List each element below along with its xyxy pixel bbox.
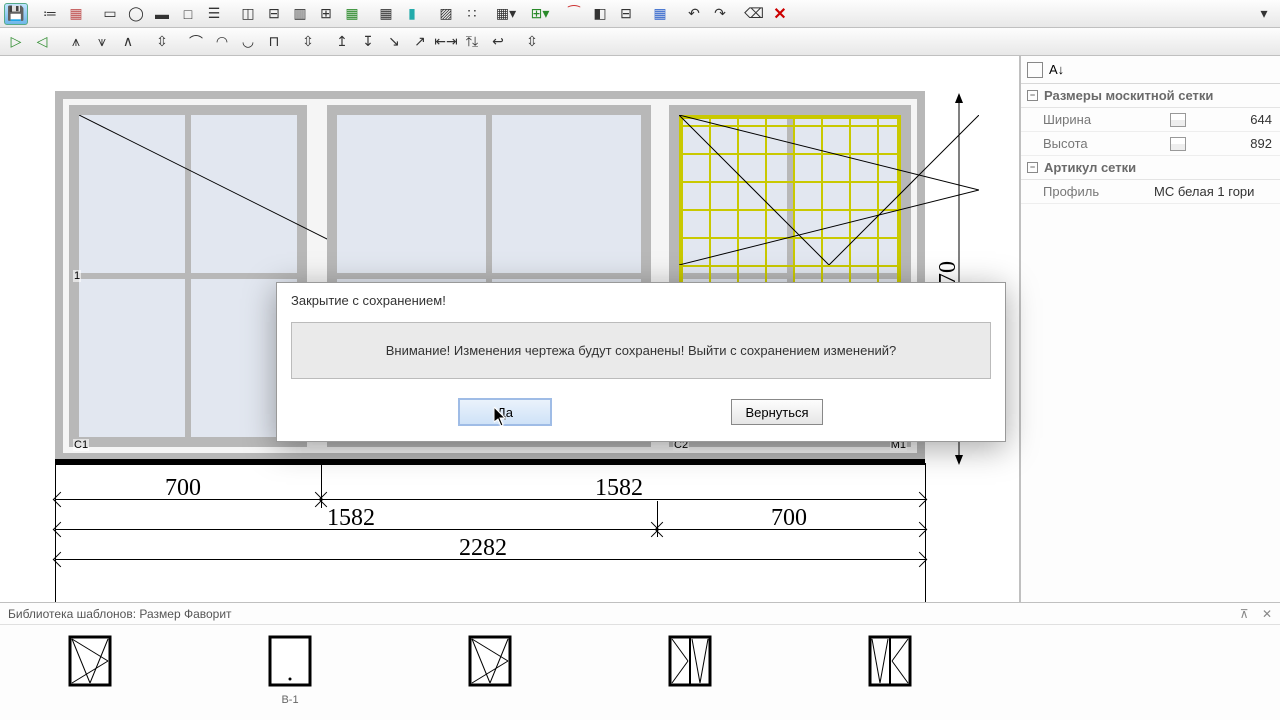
- spinner-1[interactable]: ⇳: [150, 31, 174, 53]
- arrow-tr-icon[interactable]: ↗: [408, 31, 432, 53]
- sash-1[interactable]: 1: [69, 105, 307, 447]
- toolbar-secondary: ▷ ◁ ⩚ ⩛ ∧ ⇳ ⌒ ◠ ◡ ⊓ ⇳ ↥ ↧ ↘ ↗ ⇤⇥ ⤒⤓ ↩ ⇳: [0, 28, 1280, 56]
- shape-panel-icon[interactable]: ▬: [150, 3, 174, 25]
- back-icon[interactable]: ◁: [30, 31, 54, 53]
- shape-circle-icon[interactable]: ◯: [124, 3, 148, 25]
- arc-4-icon[interactable]: ⊓: [262, 31, 286, 53]
- dim-bottom-a1: 700: [165, 475, 201, 502]
- dim-bottom-b2: 700: [771, 505, 807, 532]
- grid-blue-icon[interactable]: ▦: [648, 3, 672, 25]
- align-grid-icon[interactable]: ▦: [64, 3, 88, 25]
- shape-list-icon[interactable]: ☰: [202, 3, 226, 25]
- save-on-close-dialog: Закрытие с сохранением! Внимание! Измене…: [276, 282, 1006, 442]
- split-3col-icon[interactable]: ▥: [288, 3, 312, 25]
- dropdown-b-icon[interactable]: ⊞▾: [528, 3, 552, 25]
- angle-c-icon[interactable]: ∧: [116, 31, 140, 53]
- spinner-3[interactable]: ⇳: [520, 31, 544, 53]
- template-item-1[interactable]: [60, 635, 120, 706]
- fill-grid-icon[interactable]: ▦: [374, 3, 398, 25]
- dim-bottom-a2: 1582: [595, 475, 643, 502]
- fit-h-icon[interactable]: ⇤⇥: [434, 31, 458, 53]
- dialog-title: Закрытие с сохранением!: [277, 283, 1005, 316]
- hatch-icon[interactable]: ▨: [434, 3, 458, 25]
- prop-group-mesh-size[interactable]: − Размеры москитной сетки: [1021, 84, 1280, 108]
- prop-row-width[interactable]: Ширина 644: [1021, 108, 1280, 132]
- collapse-icon[interactable]: −: [1027, 162, 1038, 173]
- prop-row-profile[interactable]: Профиль МС белая 1 гори: [1021, 180, 1280, 204]
- library-close-icon[interactable]: ✕: [1262, 607, 1272, 621]
- delete-icon[interactable]: ✕: [768, 3, 792, 25]
- template-item-5[interactable]: [860, 635, 920, 706]
- angle-a-icon[interactable]: ⩚: [64, 31, 88, 53]
- curve-icon[interactable]: ⁀: [562, 3, 586, 25]
- dialog-yes-button[interactable]: Да: [459, 399, 551, 425]
- template-item-3[interactable]: [460, 635, 520, 706]
- arrow-down-icon[interactable]: ↧: [356, 31, 380, 53]
- dimension-icon: [1170, 113, 1186, 127]
- template-item-2[interactable]: B-1: [260, 635, 320, 706]
- library-title: Библиотека шаблонов: Размер Фаворит: [8, 607, 232, 621]
- collapse-icon[interactable]: −: [1027, 90, 1038, 101]
- template-library: Библиотека шаблонов: Размер Фаворит ⊼ ✕ …: [0, 602, 1280, 720]
- toolbar-main: 💾 ≔ ▦ ▭ ◯ ▬ □ ☰ ◫ ⊟ ▥ ⊞ ▦ ▦ ▮ ▨ ∷ ▦▾ ⊞▾ …: [0, 0, 1280, 28]
- undo-icon[interactable]: ↶: [682, 3, 706, 25]
- arrow-up-icon[interactable]: ↥: [330, 31, 354, 53]
- fit-v-icon[interactable]: ⤒⤓: [460, 31, 484, 53]
- split-4-icon[interactable]: ⊞: [314, 3, 338, 25]
- dim-bottom-total: 2282: [459, 535, 507, 562]
- label-c1: C1: [73, 439, 89, 451]
- play-icon[interactable]: ▷: [4, 31, 28, 53]
- save-icon[interactable]: 💾: [4, 3, 28, 25]
- prop-row-height[interactable]: Высота 892: [1021, 132, 1280, 156]
- dialog-back-button[interactable]: Вернуться: [731, 399, 823, 425]
- arc-1-icon[interactable]: ⌒: [184, 31, 208, 53]
- properties-panel: A↓ − Размеры москитной сетки Ширина 644 …: [1020, 56, 1280, 602]
- sash-l-icon[interactable]: ◧: [588, 3, 612, 25]
- sash1-mark: 1: [73, 270, 81, 282]
- arc-2-icon[interactable]: ◠: [210, 31, 234, 53]
- arrow-br-icon[interactable]: ↘: [382, 31, 406, 53]
- dialog-message: Внимание! Изменения чертежа будут сохран…: [291, 322, 991, 379]
- shape-rect-icon[interactable]: ▭: [98, 3, 122, 25]
- dimension-icon: [1170, 137, 1186, 151]
- split-2row-icon[interactable]: ⊟: [262, 3, 286, 25]
- split-grid-icon[interactable]: ▦: [340, 3, 364, 25]
- spinner-2[interactable]: ⇳: [296, 31, 320, 53]
- dropdown-a-icon[interactable]: ▦▾: [494, 3, 518, 25]
- arrow-return-icon[interactable]: ↩: [486, 31, 510, 53]
- properties-header: A↓: [1021, 56, 1280, 84]
- props-view-categorized-icon[interactable]: [1027, 62, 1043, 78]
- template-item-4[interactable]: [660, 635, 720, 706]
- expand-icon[interactable]: ▾: [1252, 3, 1276, 25]
- prop-group-mesh-article[interactable]: − Артикул сетки: [1021, 156, 1280, 180]
- dots-icon[interactable]: ∷: [460, 3, 484, 25]
- redo-icon[interactable]: ↷: [708, 3, 732, 25]
- dim-bottom-b1: 1582: [327, 505, 375, 532]
- sash3-opening-lines: [679, 115, 979, 265]
- props-view-sort-icon[interactable]: A↓: [1049, 62, 1064, 77]
- sash-r-icon[interactable]: ⊟: [614, 3, 638, 25]
- split-2col-icon[interactable]: ◫: [236, 3, 260, 25]
- erase-icon[interactable]: ⌫: [742, 3, 766, 25]
- align-left-icon[interactable]: ≔: [38, 3, 62, 25]
- arc-3-icon[interactable]: ◡: [236, 31, 260, 53]
- shape-square-icon[interactable]: □: [176, 3, 200, 25]
- angle-b-icon[interactable]: ⩛: [90, 31, 114, 53]
- fill-column-icon[interactable]: ▮: [400, 3, 424, 25]
- library-pin-icon[interactable]: ⊼: [1240, 607, 1249, 621]
